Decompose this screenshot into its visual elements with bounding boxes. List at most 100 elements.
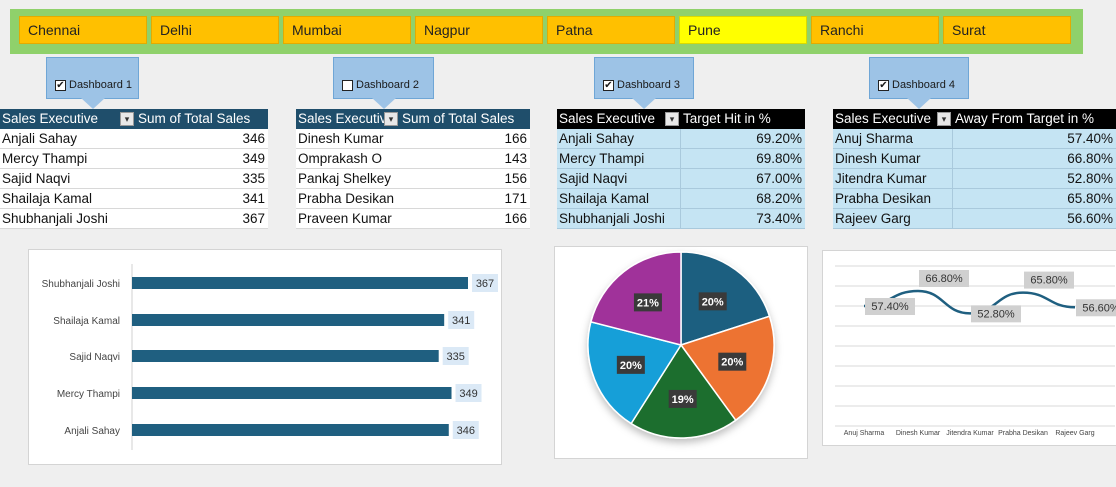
pie-chart: 20% 20% 19% 20% 21%: [587, 251, 775, 439]
pie-data-label: 20%: [620, 360, 642, 372]
header-sales-executive: Sales Executive ▾: [833, 109, 953, 129]
row-value: 65.80%: [1067, 191, 1113, 206]
dashboard-1-toggle[interactable]: ✔ Dashboard 1: [46, 57, 139, 109]
row-value: 56.60%: [1067, 211, 1113, 226]
row-value: 156: [504, 171, 527, 186]
row-value: 166: [504, 131, 527, 146]
header-label: Sales Executive: [298, 111, 395, 126]
row-name: Sajid Naqvi: [557, 169, 681, 188]
row-value: 67.00%: [756, 171, 802, 186]
dashboard-checkbox-row: ✔ Dashboard 3: [603, 79, 680, 91]
line-data-label: 65.80%: [1030, 275, 1068, 287]
pivot-header: Sales Executive ▾ Away From Target in %: [833, 109, 1116, 129]
bar-data-label: 349: [459, 388, 477, 400]
row-name: Anjali Sahay: [2, 131, 78, 146]
row-value: 341: [242, 191, 265, 206]
table-row: Shubhanjali Joshi 367: [0, 209, 268, 229]
bar: [132, 314, 445, 326]
slicer-item-chennai[interactable]: Chennai: [19, 16, 147, 44]
row-value: 171: [504, 191, 527, 206]
slicer-item-delhi[interactable]: Delhi: [151, 16, 279, 44]
row-value: 68.20%: [756, 191, 802, 206]
table-row: Sajid Naqvi 335: [0, 169, 268, 189]
row-value: 69.80%: [756, 151, 802, 166]
row-name: Shubhanjali Joshi: [557, 209, 681, 228]
dashboard-4-checkbox[interactable]: ✔: [878, 79, 889, 91]
pivot-table-1: Sales Executive ▾ Sum of Total Sales Anjali…: [0, 109, 268, 229]
row-name: Shailaja Kamal: [557, 189, 681, 208]
header-value: Sum of Total Sales: [402, 111, 515, 126]
row-value: 73.40%: [756, 211, 802, 226]
row-value: 52.80%: [1067, 171, 1113, 186]
city-slicer: Chennai Delhi Mumbai Nagpur Patna Pune Ranchi S…: [10, 9, 1083, 54]
header-label: Sales Executive: [559, 111, 656, 126]
slicer-item-patna[interactable]: Patna: [547, 16, 675, 44]
table-row: Pankaj Shelkey 156: [296, 169, 530, 189]
header-sales-executive: Sales Executive ▾: [557, 109, 681, 129]
dashboard-label: Dashboard 3: [617, 79, 680, 91]
filter-dropdown-icon[interactable]: ▾: [937, 112, 951, 126]
table-row: Dinesh Kumar 166: [296, 129, 530, 149]
row-value: 335: [242, 171, 265, 186]
pivot-table-2: Sales Executive ▾ Sum of Total Sales Dinesh…: [296, 109, 530, 229]
row-value: 66.80%: [1067, 151, 1113, 166]
table-row: Prabha Desikan 171: [296, 189, 530, 209]
row-value: 346: [242, 131, 265, 146]
slicer-item-nagpur[interactable]: Nagpur: [415, 16, 543, 44]
filter-dropdown-icon[interactable]: ▾: [120, 112, 134, 126]
row-name: Mercy Thampi: [2, 151, 88, 166]
callout-pointer: [632, 98, 656, 109]
line-category-label: Jitendra Kumar: [946, 430, 994, 437]
bar-data-label: 341: [452, 315, 470, 327]
dashboard-1-checkbox[interactable]: ✔: [55, 79, 66, 91]
dashboard-2-toggle[interactable]: Dashboard 2: [333, 57, 434, 109]
callout-pointer: [371, 98, 396, 109]
table-row: Shubhanjali Joshi 73.40%: [557, 209, 805, 229]
pivot-header: Sales Executive ▾ Sum of Total Sales: [296, 109, 530, 129]
dashboard-4-toggle[interactable]: ✔ Dashboard 4: [869, 57, 969, 109]
dashboard-2-checkbox[interactable]: [342, 79, 353, 91]
dashboard-3-checkbox[interactable]: ✔: [603, 79, 614, 91]
dashboard-3-toggle[interactable]: ✔ Dashboard 3: [594, 57, 694, 109]
bar-category-label: Shubhanjali Joshi: [42, 279, 120, 290]
table-row: Dinesh Kumar 66.80%: [833, 149, 1116, 169]
pivot-header: Sales Executive ▾ Sum of Total Sales: [0, 109, 268, 129]
pie-data-label: 20%: [702, 296, 724, 308]
bar: [132, 350, 439, 362]
bar: [132, 387, 452, 399]
slicer-item-surat[interactable]: Surat: [943, 16, 1071, 44]
dashboard-checkbox-row: ✔ Dashboard 1: [55, 79, 132, 91]
pie-data-label: 20%: [721, 357, 743, 369]
bar-category-label: Shailaja Kamal: [53, 316, 120, 327]
row-value: 143: [504, 151, 527, 166]
pie-chart-panel: 20% 20% 19% 20% 21%: [554, 246, 808, 459]
row-name: Mercy Thampi: [557, 149, 681, 168]
callout-pointer: [80, 98, 105, 109]
table-row: Anjali Sahay 346: [0, 129, 268, 149]
table-row: Praveen Kumar 166: [296, 209, 530, 229]
header-label: Sales Executive: [2, 111, 99, 126]
pivot-header: Sales Executive ▾ Target Hit in %: [557, 109, 805, 129]
filter-dropdown-icon[interactable]: ▾: [665, 112, 679, 126]
table-row: Shailaja Kamal 341: [0, 189, 268, 209]
slicer-item-pune[interactable]: Pune: [679, 16, 807, 44]
dashboard-label: Dashboard 4: [892, 79, 955, 91]
dashboard-checkbox-row: Dashboard 2: [342, 79, 419, 91]
slicer-item-mumbai[interactable]: Mumbai: [283, 16, 411, 44]
pie-data-label: 21%: [637, 297, 659, 309]
dashboard-label: Dashboard 1: [69, 79, 132, 91]
row-name: Shubhanjali Joshi: [2, 211, 108, 226]
pivot-table-4: Sales Executive ▾ Away From Target in % Anu…: [833, 109, 1116, 229]
line-category-label: Rajeev Garg: [1055, 430, 1094, 437]
slicer-item-ranchi[interactable]: Ranchi: [811, 16, 939, 44]
filter-dropdown-icon[interactable]: ▾: [384, 112, 398, 126]
line-data-label: 66.80%: [925, 273, 963, 285]
bar: [132, 277, 468, 289]
pivot-table-3: Sales Executive ▾ Target Hit in % Anjali Sa…: [557, 109, 805, 229]
row-name: Pankaj Shelkey: [298, 171, 392, 186]
row-name: Shailaja Kamal: [2, 191, 93, 206]
row-name: Anuj Sharma: [833, 129, 953, 148]
table-row: Omprakash O 143: [296, 149, 530, 169]
bar-chart-panel: Shubhanjali Joshi 367 Shailaja Kamal 341 Saj…: [28, 249, 502, 465]
row-value: 166: [504, 211, 527, 226]
